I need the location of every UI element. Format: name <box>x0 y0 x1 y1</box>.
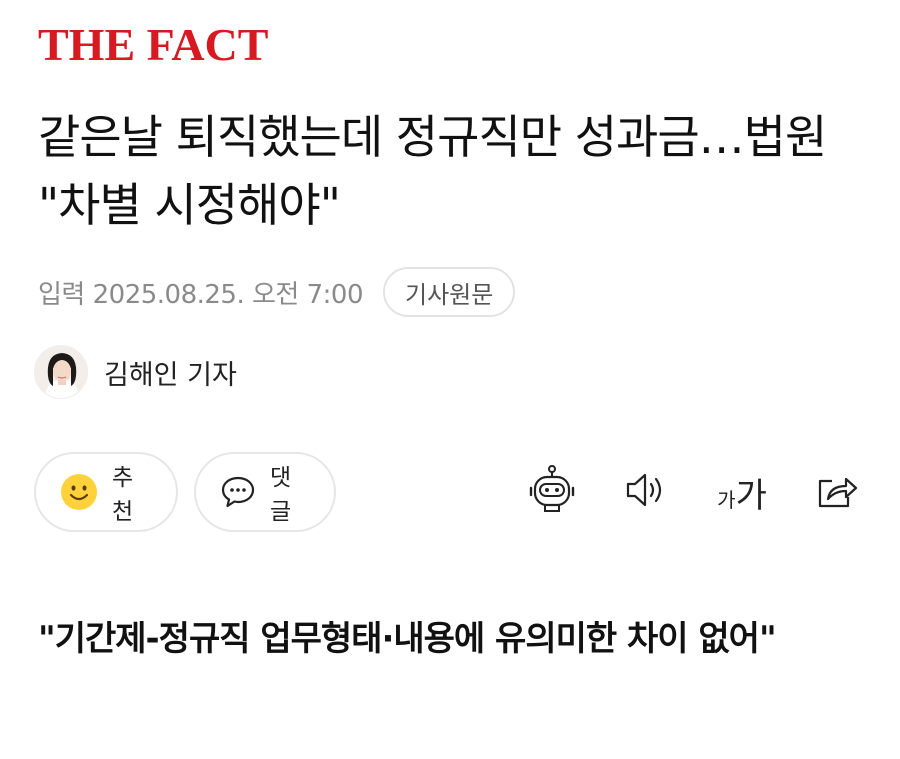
font-size-icon: 가 가 <box>717 468 767 517</box>
share-icon <box>814 469 860 515</box>
article-subtitle: "기간제-정규직 업무형태·내용에 유의미한 차이 없어" <box>38 619 777 659</box>
font-size-button[interactable]: 가 가 <box>712 462 772 522</box>
font-size-small-label: 가 <box>717 487 736 512</box>
site-logo[interactable]: THE FACT <box>38 20 268 70</box>
speaker-icon <box>624 470 670 514</box>
publish-date: 입력 2025.08.25. 오전 7:00 <box>38 279 364 310</box>
summary-bot-button[interactable] <box>524 462 580 522</box>
original-article-button[interactable]: 기사원문 <box>383 267 516 317</box>
robot-icon <box>526 464 578 520</box>
logo-text: THE FACT <box>38 19 269 70</box>
article-title: 같은날 퇴직했는데 정규직만 성과금…법원 "차별 시정해야" <box>38 110 827 232</box>
font-size-big-label: 가 <box>735 475 767 516</box>
article-toolbar: 가 가 <box>0 462 900 522</box>
reporter-info[interactable]: 김해인 기자 <box>34 344 237 400</box>
reporter-name: 김해인 기자 <box>104 359 237 391</box>
article-meta: 입력 2025.08.25. 오전 7:00 기사원문 <box>38 266 516 318</box>
read-aloud-button[interactable] <box>622 462 672 522</box>
avatar[interactable] <box>34 345 88 399</box>
share-button[interactable] <box>812 462 862 522</box>
